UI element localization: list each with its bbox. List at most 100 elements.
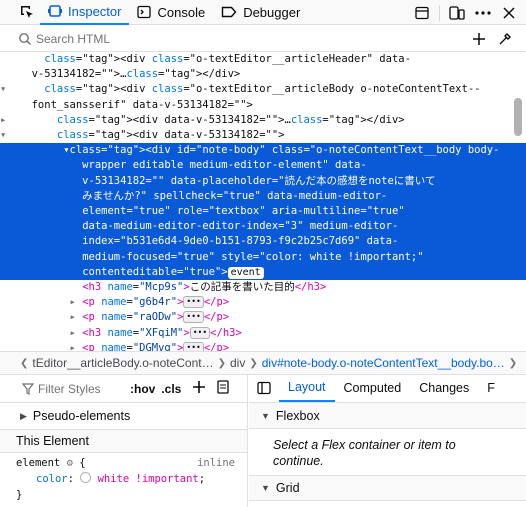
pseudo-elements-toggle[interactable]: ▶ Pseudo-elements — [0, 403, 247, 429]
element-picker-icon[interactable] — [14, 0, 40, 25]
node-toggle-icon[interactable]: ▸ — [0, 114, 6, 126]
rule-brace-open: { — [79, 457, 86, 469]
rule-source: inline — [197, 457, 235, 469]
breadcrumb-item[interactable]: div — [226, 356, 249, 370]
rules-panel: Filter Styles :hov .cls ▶ Pseudo-element… — [0, 375, 248, 507]
rule-brace-close: } — [16, 489, 23, 501]
selected-node-line: medium-focused="true" style="color: whit… — [82, 250, 424, 263]
node-toggle-icon[interactable] — [0, 53, 6, 65]
this-element-label: This Element — [16, 434, 89, 448]
rules-toolbar: Filter Styles :hov .cls — [0, 375, 247, 403]
chevron-down-icon: ▼ — [261, 483, 270, 493]
markup-view: class="tag"><div class="o-textEditor__ar… — [0, 52, 526, 351]
tab-layout[interactable]: Layout — [279, 374, 335, 402]
dock-icon[interactable] — [409, 0, 435, 25]
chevron-right-icon: ▶ — [20, 410, 27, 421]
node-toggle-icon[interactable] — [0, 99, 6, 111]
selected-node-line: ▾class="tag"><div id="note-body" class="… — [63, 144, 500, 157]
breadcrumb-prev-icon[interactable]: ❮ — [0, 358, 28, 369]
collapsed-content-icon[interactable]: ••• — [183, 341, 204, 351]
node-toggle-icon[interactable]: ▸ — [70, 342, 76, 351]
selected-node-line: みませんか?" spellcheck="true" data-medium-ed… — [0, 189, 388, 202]
breadcrumb: ❮ tEditor__articleBody.o-noteCont… ❯ div… — [0, 351, 526, 375]
filter-icon — [22, 382, 34, 395]
close-icon[interactable] — [496, 0, 522, 25]
print-media-icon[interactable] — [217, 380, 230, 397]
tab-console[interactable]: Console — [129, 0, 213, 25]
toolbar-divider — [439, 4, 440, 21]
breadcrumb-next-icon[interactable]: ❯ — [509, 358, 517, 369]
responsive-icon[interactable] — [444, 0, 470, 25]
collapsed-content-icon[interactable]: ••• — [183, 311, 204, 324]
layout-panel: Layout Computed Changes F ▼ Flexbox Sele… — [249, 375, 526, 507]
add-rule-icon[interactable] — [193, 381, 206, 396]
flexbox-section-header[interactable]: ▼ Flexbox — [249, 403, 526, 429]
markup-line[interactable]: ▸ class="tag"><div data-v-53134182="">…c… — [0, 113, 526, 128]
selected-node-line: element="true" role="textbox" aria-multi… — [82, 205, 405, 218]
sidebar-toggle-icon[interactable] — [249, 374, 279, 402]
breadcrumb-item-selected[interactable]: div#note-body.o-noteContentText__body.bo… — [258, 356, 509, 370]
markup-child-node[interactable]: ▸ <h3 name="XFqiM"> ••• </h3> — [0, 326, 526, 341]
flexbox-empty-message: Select a Flex container or item to conti… — [273, 438, 456, 468]
node-toggle-icon[interactable]: ▾ — [0, 129, 6, 141]
grid-label: Grid — [275, 481, 300, 495]
rule-selector: element — [16, 457, 61, 469]
cls-toggle[interactable]: .cls — [161, 382, 181, 396]
more-icon[interactable] — [470, 0, 496, 25]
tab-changes[interactable]: Changes — [410, 374, 478, 402]
tab-inspector[interactable]: Inspector — [40, 0, 130, 25]
element-rule: element ⚙ { inline color: white !importa… — [16, 457, 235, 501]
search-html-input[interactable] — [36, 31, 456, 46]
add-node-icon[interactable] — [466, 27, 492, 52]
selected-node-line: contenteditable="true"> event — [0, 265, 526, 280]
markup-line[interactable]: ▾ class="tag"><div data-v-53134182=""> — [0, 128, 526, 143]
markup-line[interactable]: ▾ class="tag"><div class="o-textEditor__… — [0, 82, 526, 97]
breadcrumb-separator-icon: ❯ — [217, 357, 226, 369]
rule-value[interactable]: white !important — [98, 473, 199, 485]
eyedropper-icon[interactable] — [492, 27, 518, 52]
console-icon — [137, 5, 152, 19]
markup-line[interactable]: font_sansserif" data-v-53134182=""> — [0, 98, 526, 113]
filter-styles-input[interactable]: Filter Styles — [38, 382, 124, 396]
grid-section-header[interactable]: ▼ Grid — [249, 475, 526, 501]
collapsed-content-icon[interactable]: ••• — [183, 296, 204, 309]
markup-child-node[interactable]: ▸ <p name="g6b4r"> ••• </p> — [0, 295, 526, 310]
flexbox-label: Flexbox — [275, 408, 320, 423]
selected-node-line: wrapper editable medium-editor-element" … — [0, 159, 367, 172]
markup-line[interactable]: v-53134182="">…class="tag"></div> — [0, 67, 526, 82]
devtools-toolbar: Inspector Console Debugger — [0, 0, 526, 25]
tab-debugger[interactable]: Debugger — [213, 0, 308, 25]
rule-property[interactable]: color — [36, 473, 68, 485]
gear-icon[interactable]: ⚙ — [67, 457, 73, 469]
node-toggle-icon[interactable]: ▾ — [0, 83, 6, 95]
markup-child-node[interactable]: <h3 name="Mcp9s">この記事を書いた目的</h3> — [0, 280, 526, 295]
collapsed-content-icon[interactable]: ••• — [189, 326, 211, 339]
breadcrumb-separator-icon: ❯ — [249, 357, 258, 369]
markup-scrollbar[interactable] — [514, 98, 522, 136]
selected-node-line: v-53134182="" data-placeholder="読んだ本の感想を… — [0, 174, 436, 187]
node-toggle-icon[interactable]: ▸ — [70, 311, 76, 323]
markup-line[interactable]: class="tag"><div class="o-textEditor__ar… — [0, 52, 526, 67]
this-element-header: This Element — [0, 429, 247, 453]
selected-node-line: index="b531e6d4-9de0-b151-8793-f9c2b25c7… — [82, 235, 399, 248]
chevron-down-icon: ▼ — [261, 410, 270, 421]
node-toggle-icon[interactable]: ▸ — [70, 296, 76, 308]
tab-computed[interactable]: Computed — [335, 374, 411, 402]
tab-fonts[interactable]: F — [478, 374, 495, 402]
debugger-icon — [221, 6, 237, 18]
sidebar-tabs: Layout Computed Changes F — [249, 375, 526, 403]
color-swatch-icon[interactable] — [80, 472, 92, 483]
hov-toggle[interactable]: :hov — [130, 382, 155, 396]
node-toggle-icon[interactable]: ▸ — [70, 327, 76, 339]
breadcrumb-item[interactable]: tEditor__articleBody.o-noteCont… — [28, 356, 217, 370]
markup-child-node[interactable]: ▸ <p name="raODw"> ••• </p> — [0, 310, 526, 325]
tab-inspector-label: Inspector — [68, 3, 122, 19]
search-icon — [19, 32, 32, 45]
markup-child-node[interactable]: ▸ <p name="DGMvg"> ••• </p> — [0, 341, 526, 351]
selected-node[interactable]: ▾class="tag"><div id="note-body" class="… — [0, 143, 526, 281]
search-html-bar — [0, 26, 526, 52]
tab-debugger-label: Debugger — [243, 4, 301, 20]
inspector-icon — [48, 5, 62, 17]
node-toggle-icon[interactable] — [0, 68, 6, 80]
event-badge[interactable]: event — [227, 266, 264, 279]
